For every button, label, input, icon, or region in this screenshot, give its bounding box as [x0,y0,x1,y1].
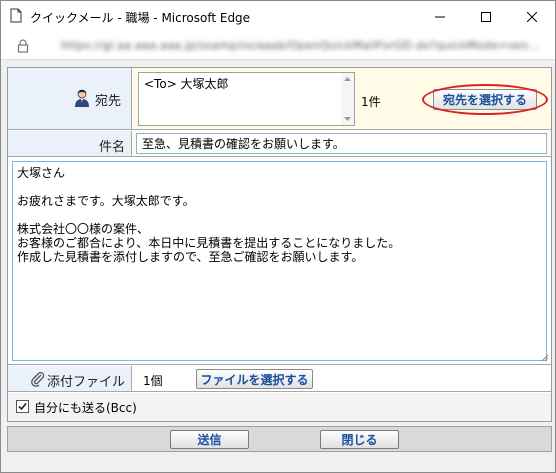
bcc-checkbox[interactable] [16,400,29,413]
bcc-row: 自分にも送る(Bcc) [8,393,551,421]
subject-label-cell: 件名 [8,131,132,156]
attachment-count: 1個 [143,374,163,388]
resize-grip-icon[interactable] [540,353,549,362]
attachment-value-cell: 1個 ファイルを選択する [133,366,551,391]
to-label-cell: 宛先 [8,68,132,129]
minimize-button[interactable] [417,1,463,32]
select-file-button[interactable]: ファイルを選択する [196,369,313,389]
send-button[interactable]: 送信 [170,430,249,449]
to-label: 宛先 [94,94,121,109]
close-window-button[interactable] [509,1,555,32]
minimize-icon [435,16,445,17]
title-bar[interactable]: クイックメール - 職場 - Microsoft Edge [1,1,555,32]
browser-window: クイックメール - 職場 - Microsoft Edge https://gl… [0,0,556,473]
window-title: クイックメール - 職場 - Microsoft Edge [30,11,251,25]
to-row: 宛先 <To> 大塚太郎 1件 宛先を選択する [8,68,551,130]
checkmark-icon [18,402,27,411]
subject-input[interactable]: 至急、見積書の確認をお願いします。 [136,133,547,154]
page-icon [10,8,22,23]
quick-mail-form: 宛先 <To> 大塚太郎 1件 宛先を選択する 件名 至急、見積書の確認をお願い… [7,67,552,422]
maximize-icon [481,11,491,22]
close-icon [527,11,537,22]
attachment-label: 添付ファイル [46,375,125,390]
subject-value-cell: 至急、見積書の確認をお願いします。 [133,131,551,156]
lock-icon [17,39,29,53]
select-recipient-button[interactable]: 宛先を選択する [433,89,537,110]
recipient-list[interactable]: <To> 大塚太郎 [138,72,355,126]
scroll-up-icon[interactable] [341,73,354,85]
paperclip-icon [31,372,45,387]
button-bar: 送信 閉じる [7,426,552,452]
bcc-label[interactable]: 自分にも送る(Bcc) [34,399,137,416]
subject-row: 件名 至急、見積書の確認をお願いします。 [8,131,551,157]
recipient-count: 1件 [361,95,381,109]
message-body-textarea[interactable]: 大塚さん お疲れさまです。大塚太郎です。 株式会社〇〇様の案件、 お客様のご都合… [12,161,547,361]
attachment-label-cell: 添付ファイル [8,366,132,391]
close-button[interactable]: 閉じる [320,430,399,449]
address-bar[interactable]: https://gl.aa.aaa.aaa.jp/ssamp/ss/aaab/O… [1,32,555,60]
url-text[interactable]: https://gl.aa.aaa.aaa.jp/ssamp/ss/aaab/O… [61,39,540,52]
maximize-button[interactable] [463,1,509,32]
subject-label: 件名 [98,140,125,155]
recipient-item[interactable]: <To> 大塚太郎 [144,75,229,92]
body-row: 大塚さん お疲れさまです。大塚太郎です。 株式会社〇〇様の案件、 お客様のご都合… [8,158,551,365]
person-icon [75,89,89,107]
attachment-row: 添付ファイル 1個 ファイルを選択する [8,366,551,392]
to-value-cell: <To> 大塚太郎 1件 宛先を選択する [133,68,551,129]
recipient-scrollbar[interactable] [341,73,354,125]
scroll-down-icon[interactable] [341,113,354,125]
